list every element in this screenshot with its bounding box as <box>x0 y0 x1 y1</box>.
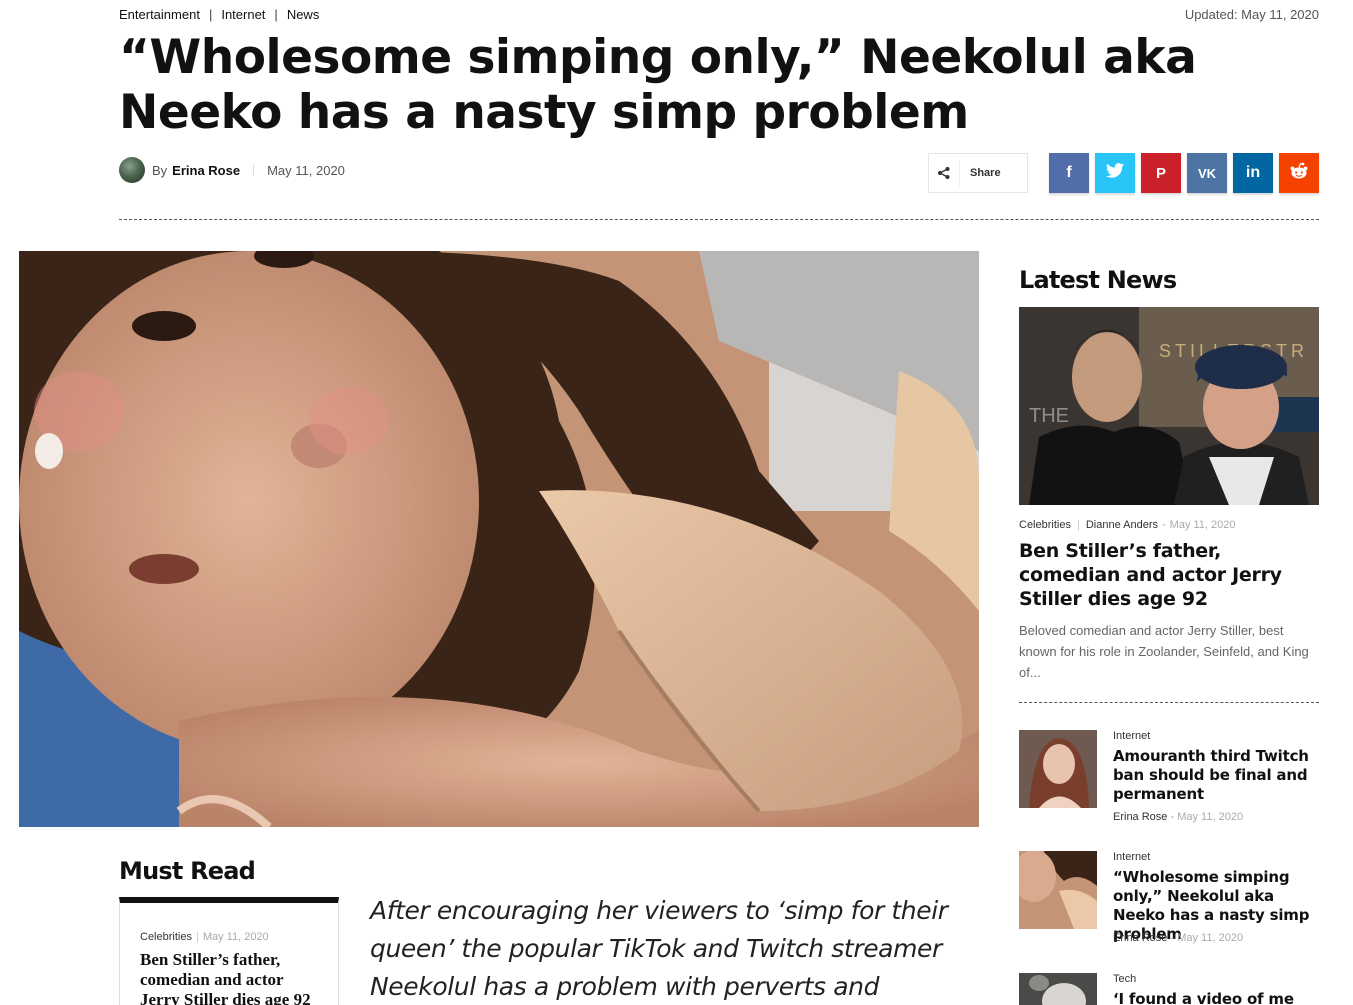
list-item-date: May 11, 2020 <box>1177 811 1244 823</box>
must-read-date: May 11, 2020 <box>202 931 269 943</box>
linkedin-share-button[interactable]: in <box>1233 153 1273 193</box>
latest-featured-category[interactable]: Celebrities <box>1019 519 1071 531</box>
must-read-card[interactable]: Celebrities | May 11, 2020 Ben Stiller’s f… <box>119 897 339 1005</box>
breadcrumb-separator: | <box>208 7 213 22</box>
featured-image <box>19 251 979 827</box>
list-item-thumbnail[interactable] <box>1019 730 1097 808</box>
list-item-category[interactable]: Tech <box>1113 973 1136 985</box>
list-item-category[interactable]: Internet <box>1113 730 1150 742</box>
share-button[interactable]: Share <box>928 153 1028 193</box>
must-read-heading: Must Read <box>119 857 256 885</box>
latest-featured-title[interactable]: Ben Stiller’s father, comedian and actor… <box>1019 539 1319 611</box>
reddit-share-button[interactable] <box>1279 153 1319 193</box>
latest-featured-image[interactable]: STILLERSTR THE <box>1019 307 1319 505</box>
breadcrumb-internet[interactable]: Internet <box>221 7 265 22</box>
must-read-title[interactable]: Ben Stiller’s father, comedian and actor… <box>140 950 325 1005</box>
share-divider <box>959 160 960 186</box>
share-label: Share <box>970 167 1001 179</box>
header-divider <box>119 219 1319 220</box>
meta-divider: | <box>195 931 199 943</box>
latest-featured-excerpt: Beloved comedian and actor Jerry Stiller… <box>1019 623 1309 680</box>
meta-divider: | <box>1076 519 1080 531</box>
article-meta: By Erina Rose May 11, 2020 <box>119 157 345 183</box>
twitter-icon <box>1106 163 1124 183</box>
breadcrumb-news[interactable]: News <box>287 7 320 22</box>
breadcrumb-separator: | <box>274 7 278 22</box>
list-item-date: May 11, 2020 <box>1177 932 1244 944</box>
list-item-thumbnail[interactable] <box>1019 973 1097 1005</box>
meta-divider <box>253 164 255 176</box>
list-item-meta: Erina Rose - May 11, 2020 <box>1113 811 1243 823</box>
facebook-icon: f <box>1066 164 1072 181</box>
latest-featured-meta: Celebrities | Dianne Anders - May 11, 20… <box>1019 519 1236 531</box>
list-item-author[interactable]: Erina Rose <box>1113 811 1167 823</box>
backdrop-text-2: THE <box>1029 405 1069 427</box>
reddit-icon <box>1289 162 1309 185</box>
latest-featured-author[interactable]: Dianne Anders <box>1086 519 1158 531</box>
list-item: Internet Amouranth third Twitch ban shou… <box>1019 730 1319 830</box>
author-avatar[interactable] <box>119 157 145 183</box>
latest-news-heading: Latest News <box>1019 266 1177 294</box>
meta-dash: - <box>1162 519 1166 531</box>
list-item-thumbnail[interactable] <box>1019 851 1097 929</box>
by-label: By <box>152 162 168 178</box>
pinterest-icon: P <box>1155 164 1166 182</box>
breadcrumb: Entertainment | Internet | News <box>119 7 319 22</box>
list-item-author[interactable]: Erina Rose <box>1113 932 1167 944</box>
linkedin-icon: in <box>1245 164 1261 181</box>
updated-date: Updated: May 11, 2020 <box>1184 7 1319 22</box>
list-item-category[interactable]: Internet <box>1113 851 1150 863</box>
facebook-share-button[interactable]: f <box>1049 153 1089 193</box>
breadcrumb-entertainment[interactable]: Entertainment <box>119 7 200 22</box>
article-title: “Wholesome simping only,” Neekolul aka N… <box>119 30 1197 140</box>
twitter-share-button[interactable] <box>1095 153 1135 193</box>
share-icon <box>929 166 959 180</box>
vk-icon: VK <box>1197 165 1217 181</box>
list-item: Tech ‘I found a video of me <box>1019 973 1319 1005</box>
article-lede: After encouraging her viewers to ‘simp f… <box>370 896 948 1001</box>
latest-featured-date: May 11, 2020 <box>1169 519 1236 531</box>
vk-share-button[interactable]: VK <box>1187 153 1227 193</box>
list-item-title[interactable]: Amouranth third Twitch ban should be fin… <box>1113 747 1323 804</box>
sidebar-divider <box>1019 702 1319 703</box>
list-item-title[interactable]: ‘I found a video of me <box>1113 990 1323 1005</box>
publish-date: May 11, 2020 <box>267 162 345 178</box>
author-link[interactable]: Erina Rose <box>172 163 240 178</box>
pinterest-share-button[interactable]: P <box>1141 153 1181 193</box>
list-item-meta: Erina Rose - May 11, 2020 <box>1113 932 1243 944</box>
must-read-category[interactable]: Celebrities <box>140 931 192 943</box>
list-item: Internet “Wholesome simping only,” Neeko… <box>1019 851 1319 951</box>
must-read-meta: Celebrities | May 11, 2020 <box>140 931 269 943</box>
